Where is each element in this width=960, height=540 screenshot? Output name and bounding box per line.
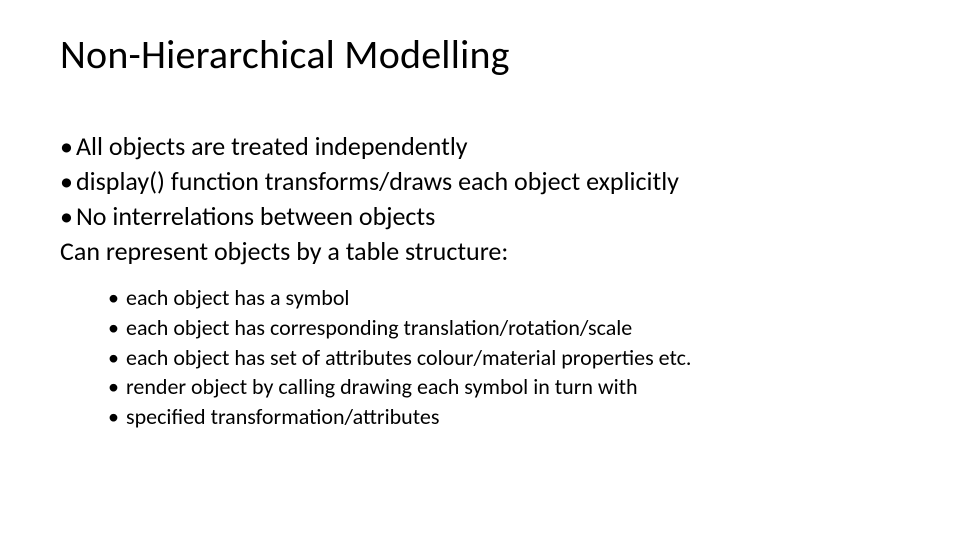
- sub-bullet-list: • each object has a symbol • each object…: [108, 283, 900, 431]
- bullet-icon: •: [108, 372, 126, 402]
- list-item: • display() function transforms/draws ea…: [60, 164, 900, 199]
- main-bullet-list: • All objects are treated independently …: [60, 129, 900, 432]
- bullet-icon: •: [108, 283, 126, 313]
- list-item-text: each object has a symbol: [126, 283, 349, 313]
- bullet-icon: •: [108, 313, 126, 343]
- list-item-text: specified transformation/attributes: [126, 402, 439, 432]
- bullet-icon: •: [108, 343, 126, 373]
- list-item-text: display() function transforms/draws each…: [76, 164, 679, 199]
- bullet-icon: •: [60, 199, 76, 234]
- list-item: • each object has set of attributes colo…: [108, 343, 900, 373]
- list-item: Can represent objects by a table structu…: [60, 234, 900, 269]
- list-item: • each object has a symbol: [108, 283, 900, 313]
- bullet-icon: •: [60, 129, 76, 164]
- list-item: • each object has corresponding translat…: [108, 313, 900, 343]
- list-item: • render object by calling drawing each …: [108, 372, 900, 402]
- list-item: • specified transformation/attributes: [108, 402, 900, 432]
- list-item-text: Can represent objects by a table structu…: [60, 235, 508, 267]
- list-item-text: each object has set of attributes colour…: [126, 343, 691, 373]
- bullet-icon: •: [108, 402, 126, 432]
- list-item-text: render object by calling drawing each sy…: [126, 372, 638, 402]
- list-item: • No interrelations between objects: [60, 199, 900, 234]
- slide-title: Non-Hierarchical Modelling: [60, 30, 900, 79]
- list-item: • All objects are treated independently: [60, 129, 900, 164]
- list-item-text: each object has corresponding translatio…: [126, 313, 632, 343]
- bullet-icon: •: [60, 164, 76, 199]
- list-item-text: No interrelations between objects: [76, 199, 435, 234]
- list-item-text: All objects are treated independently: [76, 129, 468, 164]
